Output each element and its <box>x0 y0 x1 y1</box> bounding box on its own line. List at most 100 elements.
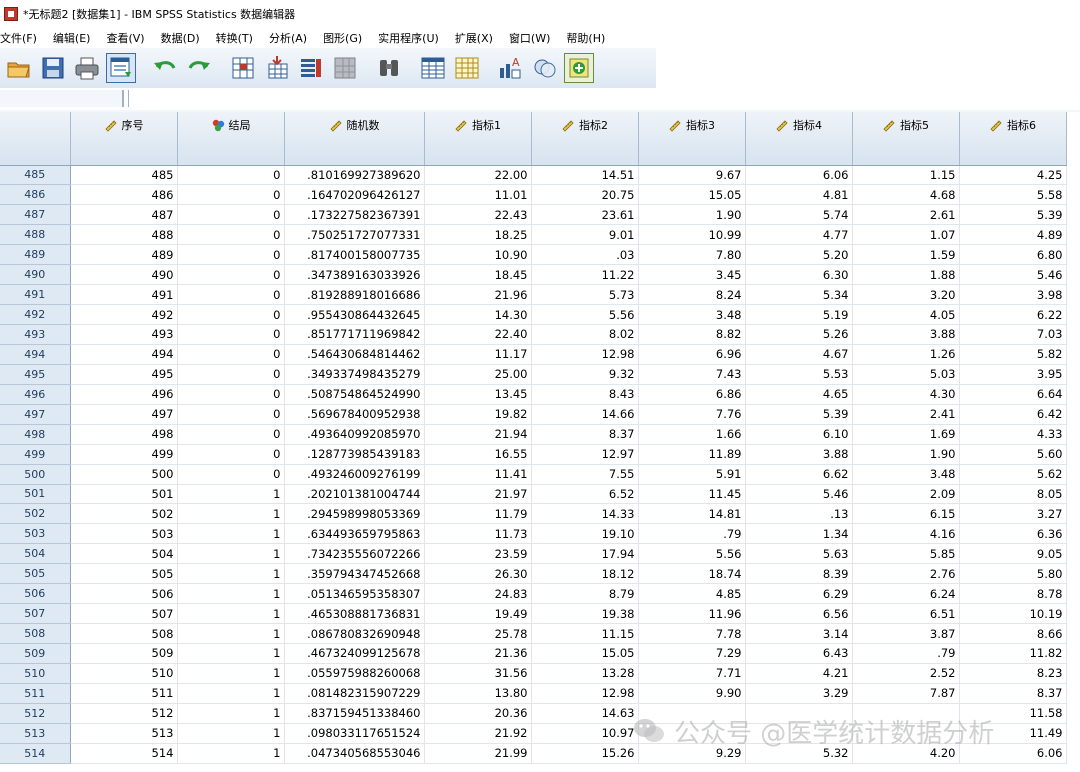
data-cell[interactable]: 5.60 <box>959 444 1067 465</box>
data-cell[interactable]: 11.79 <box>424 503 532 525</box>
data-cell[interactable]: 6.36 <box>959 523 1067 545</box>
data-cell[interactable]: 3.48 <box>638 304 746 325</box>
data-cell[interactable]: 488 <box>70 224 178 246</box>
data-cell[interactable]: 513 <box>70 723 178 744</box>
data-cell[interactable]: 1.26 <box>852 344 960 365</box>
data-cell[interactable]: 1 <box>177 743 285 764</box>
data-cell[interactable]: .347389163033926 <box>284 264 425 286</box>
data-cell[interactable]: 6.86 <box>638 384 746 405</box>
cell-value-input[interactable] <box>128 90 1069 107</box>
column-header[interactable]: 结局 <box>177 112 285 166</box>
data-cell[interactable]: 14.33 <box>531 503 639 525</box>
data-cell[interactable]: 1 <box>177 563 285 585</box>
data-cell[interactable]: 11.82 <box>959 643 1067 664</box>
data-cell[interactable]: 487 <box>70 204 178 226</box>
data-cell[interactable]: 3.87 <box>852 623 960 644</box>
data-cell[interactable]: 505 <box>70 563 178 585</box>
data-cell[interactable]: 6.29 <box>745 583 853 605</box>
data-cell[interactable]: 3.88 <box>745 444 853 465</box>
data-cell[interactable]: 0 <box>177 204 285 226</box>
data-cell[interactable]: 506 <box>70 583 178 605</box>
menu-item[interactable]: 窗口(W) <box>501 30 558 46</box>
data-cell[interactable] <box>638 723 746 744</box>
menu-item[interactable]: 编辑(E) <box>45 30 99 46</box>
row-number[interactable]: 513 <box>0 723 71 744</box>
data-cell[interactable]: 10.19 <box>959 603 1067 625</box>
data-cell[interactable]: 20.75 <box>531 184 639 206</box>
data-cell[interactable]: 24.83 <box>424 583 532 605</box>
insert-variable-icon[interactable] <box>452 53 482 83</box>
data-cell[interactable]: 21.92 <box>424 723 532 744</box>
redo-icon[interactable] <box>184 53 214 83</box>
data-cell[interactable]: 5.53 <box>745 364 853 385</box>
data-cell[interactable]: 19.38 <box>531 603 639 625</box>
data-cell[interactable]: 8.66 <box>959 623 1067 644</box>
data-cell[interactable]: 6.52 <box>531 484 639 505</box>
data-cell[interactable]: 11.49 <box>959 723 1067 744</box>
data-cell[interactable]: 4.65 <box>745 384 853 405</box>
data-cell[interactable]: 0 <box>177 284 285 306</box>
data-cell[interactable]: 2.76 <box>852 563 960 585</box>
undo-icon[interactable] <box>150 53 180 83</box>
data-cell[interactable]: 11.58 <box>959 703 1067 724</box>
data-cell[interactable]: 512 <box>70 703 178 724</box>
data-cell[interactable]: 490 <box>70 264 178 286</box>
row-number[interactable]: 494 <box>0 344 71 365</box>
data-cell[interactable]: 503 <box>70 523 178 545</box>
row-number[interactable]: 502 <box>0 503 71 525</box>
data-cell[interactable]: 0 <box>177 464 285 485</box>
data-cell[interactable]: 6.15 <box>852 503 960 525</box>
data-cell[interactable]: 3.95 <box>959 364 1067 385</box>
data-cell[interactable]: 6.56 <box>745 603 853 625</box>
data-cell[interactable]: 510 <box>70 663 178 684</box>
row-number[interactable]: 491 <box>0 284 71 306</box>
row-number[interactable]: 510 <box>0 663 71 684</box>
column-header[interactable]: 指标4 <box>745 112 853 166</box>
menu-item[interactable]: 分析(A) <box>261 30 315 46</box>
data-cell[interactable]: 0 <box>177 184 285 206</box>
data-cell[interactable]: 5.85 <box>852 543 960 565</box>
data-cell[interactable]: 16.55 <box>424 444 532 465</box>
data-cell[interactable]: 0 <box>177 165 285 186</box>
menu-item[interactable]: 文件(F) <box>0 30 45 46</box>
data-cell[interactable]: 3.48 <box>852 464 960 485</box>
data-cell[interactable]: .569678400952938 <box>284 404 425 425</box>
data-cell[interactable] <box>852 703 960 724</box>
data-cell[interactable]: 2.61 <box>852 204 960 226</box>
insert-cases-icon[interactable] <box>418 53 448 83</box>
data-cell[interactable]: 5.62 <box>959 464 1067 485</box>
data-cell[interactable]: 0 <box>177 324 285 345</box>
data-cell[interactable]: 1 <box>177 703 285 724</box>
data-cell[interactable]: 7.29 <box>638 643 746 664</box>
row-number[interactable]: 497 <box>0 404 71 425</box>
data-cell[interactable]: .081482315907229 <box>284 683 425 704</box>
row-number[interactable]: 489 <box>0 244 71 266</box>
data-cell[interactable]: 21.96 <box>424 284 532 306</box>
data-cell[interactable]: 8.23 <box>959 663 1067 684</box>
data-cell[interactable]: 1 <box>177 603 285 625</box>
data-cell[interactable]: 4.67 <box>745 344 853 365</box>
data-cell[interactable]: .086780832690948 <box>284 623 425 644</box>
data-cell[interactable]: .349337498435279 <box>284 364 425 385</box>
data-cell[interactable]: .055975988260068 <box>284 663 425 684</box>
data-cell[interactable]: 5.80 <box>959 563 1067 585</box>
data-cell[interactable]: 5.26 <box>745 324 853 345</box>
data-cell[interactable]: 4.21 <box>745 663 853 684</box>
data-cell[interactable]: 9.05 <box>959 543 1067 565</box>
data-cell[interactable]: 8.24 <box>638 284 746 306</box>
data-cell[interactable]: 21.99 <box>424 743 532 764</box>
data-cell[interactable]: 494 <box>70 344 178 365</box>
row-number[interactable]: 488 <box>0 224 71 246</box>
data-cell[interactable]: .493640992085970 <box>284 424 425 445</box>
data-cell[interactable]: 5.39 <box>959 204 1067 226</box>
menu-item[interactable]: 扩展(X) <box>447 30 501 46</box>
data-cell[interactable]: 11.41 <box>424 464 532 485</box>
data-cell[interactable]: 6.24 <box>852 583 960 605</box>
data-cell[interactable]: .837159451338460 <box>284 703 425 724</box>
data-cell[interactable]: 4.68 <box>852 184 960 206</box>
data-cell[interactable]: 11.15 <box>531 623 639 644</box>
data-cell[interactable]: 5.03 <box>852 364 960 385</box>
data-cell[interactable]: .79 <box>852 643 960 664</box>
data-cell[interactable]: 5.56 <box>531 304 639 325</box>
data-cell[interactable]: 8.79 <box>531 583 639 605</box>
